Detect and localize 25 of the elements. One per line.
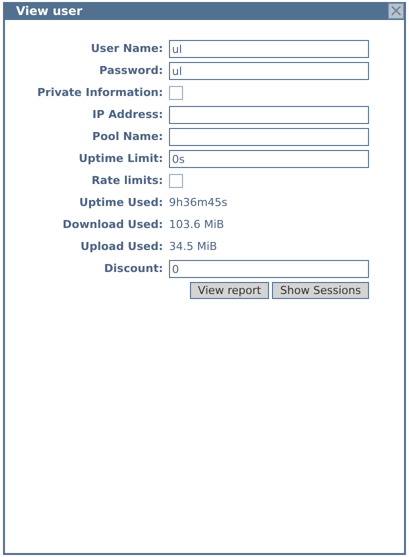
input-field[interactable]: 0s — [169, 150, 369, 168]
window-title: View user — [16, 4, 82, 18]
input-field[interactable]: ul — [169, 62, 369, 80]
field-label: User Name: — [90, 41, 163, 57]
input-field[interactable]: ul — [169, 40, 369, 58]
field-label: Pool Name: — [92, 129, 163, 145]
field-label: Discount: — [104, 261, 163, 277]
input-field[interactable]: 0 — [169, 260, 369, 278]
field-label: Uptime Used: — [79, 195, 163, 211]
field-value: 9h36m45s — [169, 195, 228, 211]
field-label: Private Information: — [37, 85, 163, 101]
field-value: 34.5 MiB — [169, 239, 218, 255]
input-field[interactable] — [169, 128, 369, 146]
field-label: Password: — [99, 63, 163, 79]
dialog-button[interactable]: View report — [190, 282, 270, 299]
field-label: Uptime Limit: — [78, 151, 163, 167]
field-label: Download Used: — [62, 217, 163, 233]
checkbox[interactable] — [169, 86, 183, 100]
field-label: Rate limits: — [92, 173, 163, 189]
dialog-button[interactable]: Show Sessions — [272, 282, 369, 299]
field-value: 103.6 MiB — [169, 217, 226, 233]
field-label: IP Address: — [92, 107, 163, 123]
field-label: Upload Used: — [80, 239, 163, 255]
checkbox[interactable] — [169, 174, 183, 188]
input-field[interactable] — [169, 106, 369, 124]
